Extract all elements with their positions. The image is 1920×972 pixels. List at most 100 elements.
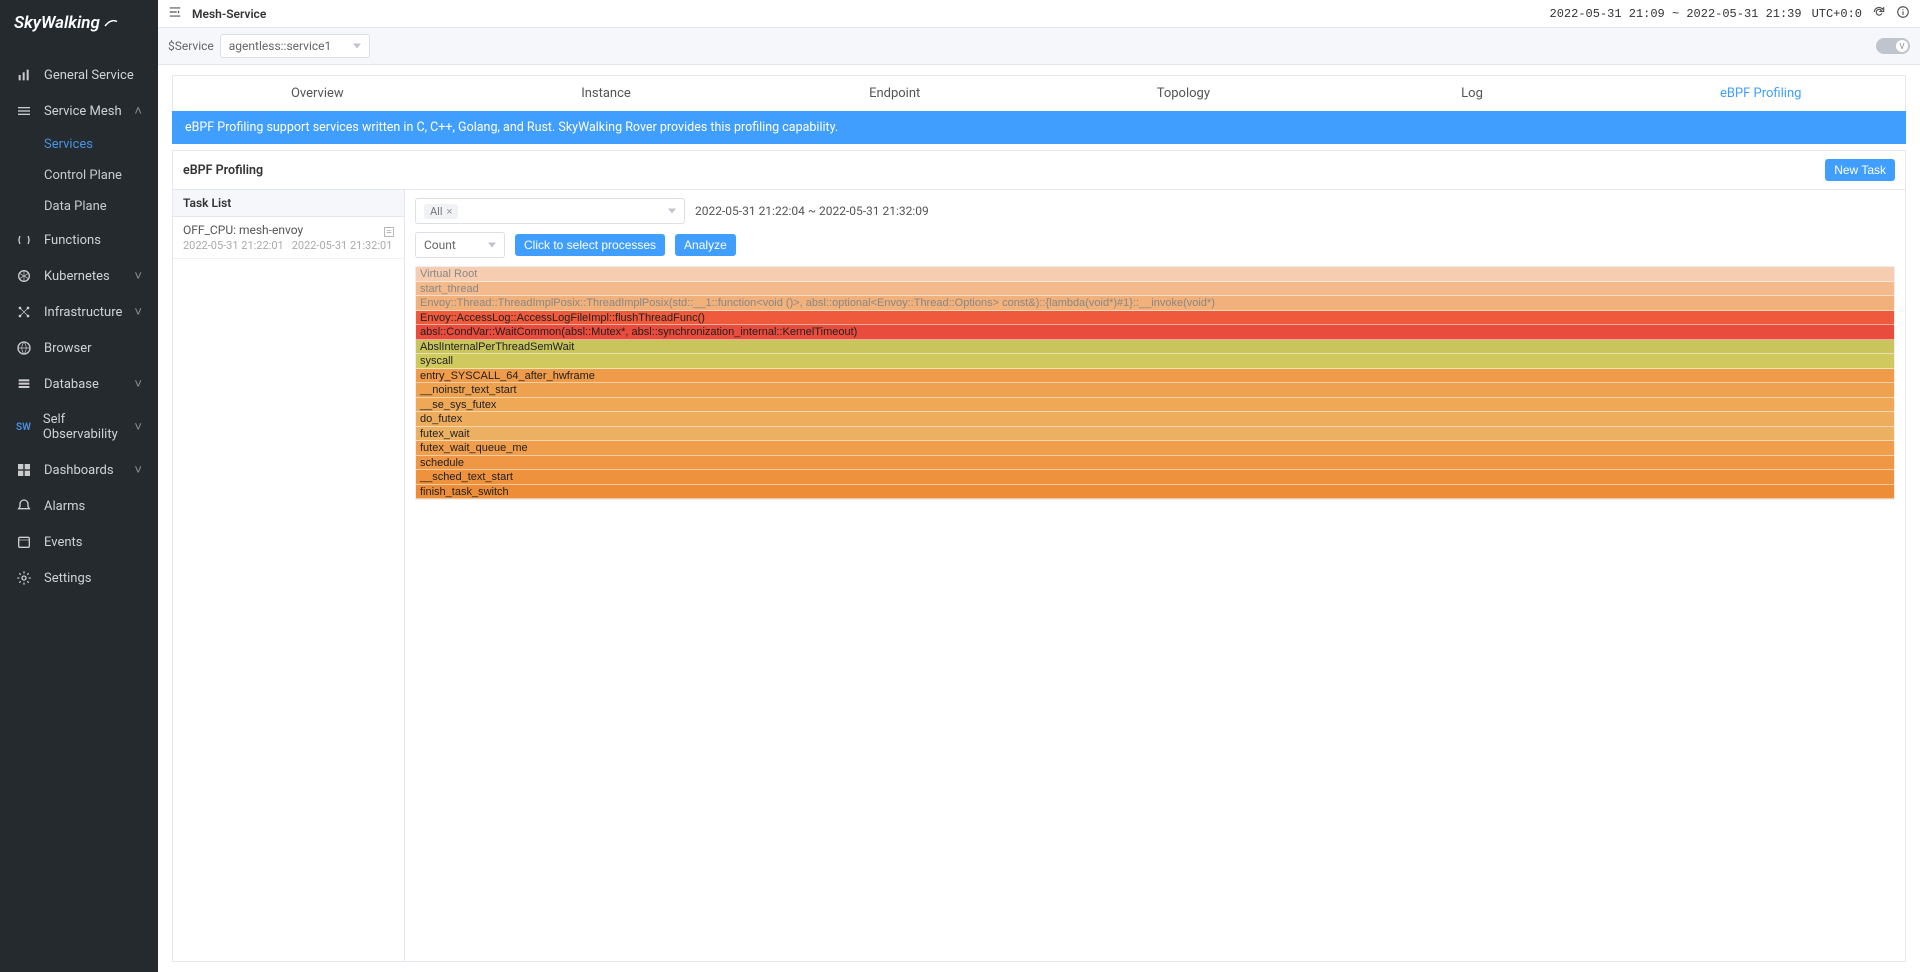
refresh-icon[interactable] (1872, 5, 1886, 23)
nav-item-infrastructure[interactable]: Infrastructure ˅ (0, 294, 158, 330)
nav-item-service-mesh[interactable]: Service Mesh˄ (0, 93, 158, 129)
tab-endpoint[interactable]: Endpoint (750, 76, 1039, 111)
flame-frame[interactable]: schedule (416, 456, 1894, 471)
aggregation-value: Count (424, 238, 456, 252)
dashboards-icon (16, 462, 32, 478)
task-end: 2022-05-31 21:32:01 (292, 239, 393, 252)
service-mesh-icon (16, 103, 32, 119)
nav-sub-control-plane[interactable]: Control Plane (44, 160, 158, 191)
instance-filter-select[interactable]: All × (415, 198, 685, 224)
profiling-panel: eBPF Profiling New Task Task List OFF_CP… (172, 150, 1906, 962)
info-icon[interactable] (1896, 5, 1910, 23)
select-processes-button[interactable]: Click to select processes (515, 234, 665, 256)
flame-frame[interactable]: Envoy::AccessLog::AccessLogFileImpl::flu… (416, 311, 1894, 326)
nav-item-settings[interactable]: Settings (0, 560, 158, 596)
aggregation-select[interactable]: Count (415, 232, 505, 258)
nav-item-general-service[interactable]: General Service (0, 57, 158, 93)
chevron-down-icon: ˅ (134, 462, 142, 478)
nav-item-label: Infrastructure (44, 305, 122, 320)
breadcrumb: Mesh-Service (192, 7, 266, 21)
flame-frame[interactable]: __noinstr_text_start (416, 383, 1894, 398)
nav-item-label: General Service (44, 68, 134, 83)
panel-body: Task List OFF_CPU: mesh-envoy2022-05-31 … (173, 190, 1905, 961)
flame-frame[interactable]: futex_wait_queue_me (416, 441, 1894, 456)
chevron-down-icon: ˅ (134, 304, 142, 320)
infrastructure-icon (16, 304, 32, 320)
nav-item-self-observability[interactable]: SWSelf Observability˅ (0, 402, 158, 452)
nav-item-events[interactable]: Events (0, 524, 158, 560)
remove-filter-icon[interactable]: × (447, 205, 453, 218)
service-label: $Service (168, 39, 214, 53)
chevron-down-icon: ˅ (134, 376, 142, 392)
task-item[interactable]: OFF_CPU: mesh-envoy2022-05-31 21:22:0120… (173, 217, 404, 259)
nav-sub-services[interactable]: Services (44, 129, 158, 160)
new-task-button[interactable]: New Task (1825, 159, 1895, 181)
timezone-label: UTC+0:0 (1812, 7, 1862, 21)
content: OverviewInstanceEndpointTopologyLogeBPF … (158, 65, 1920, 972)
nav-item-label: Events (44, 535, 82, 550)
main: Mesh-Service 2022-05-31 21:09 ~ 2022-05-… (158, 0, 1920, 972)
flame-frame[interactable]: finish_task_switch (416, 485, 1894, 500)
info-banner: eBPF Profiling support services written … (172, 111, 1906, 144)
nav-item-label: Alarms (44, 499, 85, 514)
tab-log[interactable]: Log (1328, 76, 1617, 111)
kubernetes-icon (16, 268, 32, 284)
chevron-down-icon: ˅ (134, 268, 142, 284)
flame-frame[interactable]: Envoy::Thread::ThreadImplPosix::ThreadIm… (416, 296, 1894, 311)
filter-row: All × 2022-05-31 21:22:04 ~ 2022-05-31 2… (415, 198, 1895, 224)
flame-frame[interactable]: __se_sys_futex (416, 398, 1894, 413)
view-task-icon[interactable] (382, 225, 396, 243)
profiling-column: All × 2022-05-31 21:22:04 ~ 2022-05-31 2… (405, 190, 1905, 961)
tab-topology[interactable]: Topology (1039, 76, 1328, 111)
topbar: Mesh-Service 2022-05-31 21:09 ~ 2022-05-… (158, 0, 1920, 28)
service-select-value: agentless::service1 (229, 39, 332, 53)
filter-tag-all: All × (424, 204, 458, 219)
view-toggle[interactable]: V (1876, 38, 1910, 54)
collapse-sidebar-icon[interactable] (168, 5, 182, 22)
global-time-range[interactable]: 2022-05-31 21:09 ~ 2022-05-31 21:39 (1550, 7, 1802, 21)
task-list-column: Task List OFF_CPU: mesh-envoy2022-05-31 … (173, 190, 405, 961)
view-toggle-knob: V (1896, 40, 1908, 52)
nav-item-label: Kubernetes (44, 269, 110, 284)
flame-frame[interactable]: __sched_text_start (416, 470, 1894, 485)
task-start: 2022-05-31 21:22:01 (183, 239, 284, 252)
nav-item-dashboards[interactable]: Dashboards ˅ (0, 452, 158, 488)
tab-ebpf-profiling[interactable]: eBPF Profiling (1616, 76, 1905, 111)
nav-item-label: Database (44, 377, 99, 392)
logo-swoosh-icon (102, 14, 120, 32)
tab-instance[interactable]: Instance (462, 76, 751, 111)
nav-item-functions[interactable]: Functions (0, 222, 158, 258)
flame-frame[interactable]: entry_SYSCALL_64_after_hwframe (416, 369, 1894, 384)
nav-item-label: Dashboards (44, 463, 114, 478)
self-observability-icon: SW (16, 419, 31, 435)
panel-header: eBPF Profiling New Task (173, 151, 1905, 190)
chevron-up-icon: ˄ (134, 103, 142, 119)
service-select[interactable]: agentless::service1 (220, 34, 370, 58)
nav-item-browser[interactable]: Browser (0, 330, 158, 366)
nav-sub-data-plane[interactable]: Data Plane (44, 191, 158, 222)
flame-frame[interactable]: Virtual Root (416, 267, 1894, 282)
nav-item-label: Self Observability (43, 412, 123, 442)
logo-text: SkyWalking (14, 13, 100, 33)
nav-item-alarms[interactable]: Alarms (0, 488, 158, 524)
flame-frame[interactable]: syscall (416, 354, 1894, 369)
flame-frame[interactable]: AbslInternalPerThreadSemWait (416, 340, 1894, 355)
tab-overview[interactable]: Overview (173, 76, 462, 111)
nav: General Service Service Mesh˄ServicesCont… (0, 45, 158, 596)
nav-item-label: Functions (44, 233, 101, 248)
nav-item-kubernetes[interactable]: Kubernetes ˅ (0, 258, 158, 294)
app-root: SkyWalking General ServiceService Mesh˄S… (0, 0, 1920, 972)
service-bar: $Service agentless::service1 V (158, 28, 1920, 65)
browser-icon (16, 340, 32, 356)
analyze-button[interactable]: Analyze (675, 234, 736, 256)
general-service-icon (16, 67, 32, 83)
logo: SkyWalking (0, 0, 158, 45)
flame-frame[interactable]: futex_wait (416, 427, 1894, 442)
nav-item-database[interactable]: Database ˅ (0, 366, 158, 402)
flame-frame[interactable]: do_futex (416, 412, 1894, 427)
settings-icon (16, 570, 32, 586)
flame-frame[interactable]: absl::CondVar::WaitCommon(absl::Mutex*, … (416, 325, 1894, 340)
flame-frame[interactable]: start_thread (416, 282, 1894, 297)
nav-item-label: Settings (44, 571, 91, 586)
flame-graph[interactable]: Virtual Rootstart_threadEnvoy::Thread::T… (415, 266, 1895, 500)
